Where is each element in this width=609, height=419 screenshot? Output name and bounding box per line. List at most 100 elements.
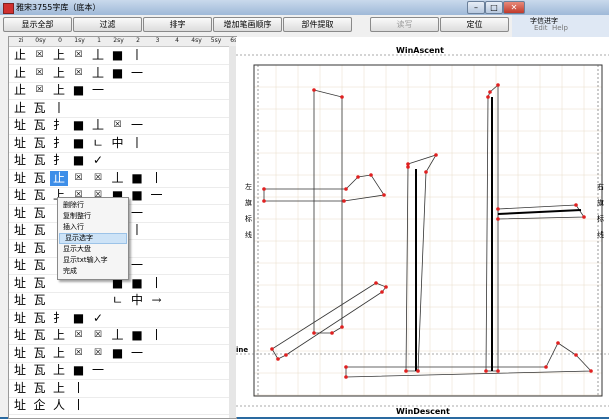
grid-cell[interactable] <box>128 153 146 168</box>
control-point[interactable] <box>404 369 408 373</box>
grid-cell[interactable]: 瓦 <box>31 241 49 256</box>
grid-cell[interactable]: 上 <box>50 83 68 98</box>
grid-cell[interactable]: 一 <box>89 363 107 378</box>
grid-cell[interactable]: 址 <box>11 241 29 256</box>
show-all-button[interactable]: 显示全部 <box>3 17 72 32</box>
control-point[interactable] <box>486 95 490 99</box>
control-point[interactable] <box>330 331 334 335</box>
grid-cell[interactable]: ■ <box>70 83 88 98</box>
grid-row[interactable]: 址瓦上 ☒ ☒ 丄 ■ 丨 <box>9 327 236 345</box>
grid-cell[interactable]: 止 <box>11 66 29 81</box>
grid-cell[interactable] <box>109 83 127 98</box>
grid-cell[interactable] <box>89 101 107 116</box>
grid-cell[interactable]: 址 <box>11 311 29 326</box>
control-point[interactable] <box>488 90 492 94</box>
grid-header-cell[interactable]: 5sy <box>206 37 226 44</box>
grid-cell[interactable]: ■ <box>70 136 88 151</box>
grid-row[interactable]: 址瓦扌 ■ ㄴ中丨 <box>9 135 236 153</box>
grid-cell[interactable]: 瓦 <box>31 101 49 116</box>
grid-cell[interactable] <box>128 381 146 396</box>
grid-cell[interactable]: 瓦 <box>31 258 49 273</box>
grid-cell[interactable]: 止 <box>50 170 68 186</box>
grid-cell[interactable]: 丄 <box>89 48 107 63</box>
grid-cell[interactable] <box>128 311 146 326</box>
grid-cell[interactable]: 址 <box>11 188 29 203</box>
control-point[interactable] <box>284 353 288 357</box>
control-point[interactable] <box>380 290 384 294</box>
grid-cell[interactable]: 瓦 <box>31 136 49 151</box>
grid-cell[interactable]: 址 <box>11 381 29 396</box>
grid-cell[interactable]: → <box>148 293 166 308</box>
grid-cell[interactable] <box>70 293 88 308</box>
grid-cell[interactable] <box>128 398 146 413</box>
grid-cell[interactable]: 一 <box>128 118 146 133</box>
grid-row[interactable]: 址瓦扌 ■ ✓ <box>9 152 236 170</box>
grid-cell[interactable]: ㄴ <box>109 293 127 308</box>
grid-row[interactable]: 址瓦扌 ■ 丄 ☒ 一 <box>9 117 236 135</box>
grid-cell[interactable]: 丨 <box>50 101 68 116</box>
extract-component-button[interactable]: 部件提取 <box>283 17 352 32</box>
grid-header-cell[interactable]: zi <box>11 37 31 44</box>
context-menu-item[interactable]: 删除行 <box>58 200 128 211</box>
grid-cell[interactable] <box>50 293 68 308</box>
grid-cell[interactable] <box>109 153 127 168</box>
grid-row[interactable]: 止 ☒ 上 ☒ 丄 ■ 丨 <box>9 47 236 65</box>
control-point[interactable] <box>582 215 586 219</box>
grid-cell[interactable]: 址 <box>11 118 29 133</box>
grid-cell[interactable]: ✓ <box>89 153 107 168</box>
grid-cell[interactable] <box>89 293 107 308</box>
grid-cell[interactable]: 瓦 <box>31 206 49 221</box>
control-point[interactable] <box>312 331 316 335</box>
grid-cell[interactable]: 一 <box>128 206 146 221</box>
context-menu-item[interactable]: 显示大盘 <box>58 244 128 255</box>
grid-cell[interactable]: ■ <box>109 346 127 361</box>
grid-cell[interactable]: ☒ <box>89 346 107 361</box>
grid-cell[interactable]: 址 <box>11 328 29 343</box>
grid-cell[interactable]: 丨 <box>70 381 88 396</box>
add-stroke-order-button[interactable]: 增加笔画顺序 <box>213 17 282 32</box>
control-point[interactable] <box>406 165 410 169</box>
grid-cell[interactable]: 瓦 <box>31 118 49 133</box>
grid-cell[interactable] <box>128 241 146 256</box>
context-menu-item[interactable]: 显示选字 <box>59 233 127 244</box>
control-point[interactable] <box>340 95 344 99</box>
control-point[interactable] <box>496 207 500 211</box>
grid-row[interactable]: 址瓦 ㄴ中 → <box>9 292 236 310</box>
context-menu-item[interactable]: 完成 <box>58 266 128 277</box>
grid-cell[interactable]: ☒ <box>70 171 88 186</box>
grid-row[interactable]: 址瓦扌 ■ ✓ <box>9 310 236 328</box>
grid-cell[interactable]: 丄 <box>109 171 127 186</box>
grid-header-cell[interactable]: 0 <box>50 37 70 44</box>
grid-cell[interactable]: ■ <box>128 171 146 186</box>
context-menu-item[interactable]: 插入行 <box>58 222 128 233</box>
grid-cell[interactable]: ■ <box>128 328 146 343</box>
grid-cell[interactable]: 丨 <box>128 136 146 151</box>
grid-cell[interactable]: 丄 <box>89 66 107 81</box>
grid-cell[interactable]: ㄴ <box>89 136 107 151</box>
grid-cell[interactable]: 瓦 <box>31 153 49 168</box>
grid-cell[interactable]: ■ <box>128 188 146 203</box>
grid-cell[interactable]: ■ <box>109 66 127 81</box>
grid-cell[interactable] <box>128 83 146 98</box>
grid-row[interactable]: 止 ☒ 上 ☒ 丄 ■ 一 <box>9 65 236 83</box>
grid-cell[interactable]: ☒ <box>89 328 107 343</box>
grid-cell[interactable]: ■ <box>128 276 146 291</box>
control-point[interactable] <box>344 187 348 191</box>
glyph-contour[interactable] <box>345 342 592 378</box>
menu-help[interactable]: Help <box>552 24 568 32</box>
control-point[interactable] <box>434 153 438 157</box>
grid-cell[interactable]: 丨 <box>128 48 146 63</box>
grid-cell[interactable]: 人 <box>50 398 68 413</box>
control-point[interactable] <box>496 217 500 221</box>
control-point[interactable] <box>416 369 420 373</box>
grid-cell[interactable]: 一 <box>89 83 107 98</box>
grid-header-cell[interactable]: 3 <box>148 37 168 44</box>
grid-cell[interactable]: 上 <box>50 363 68 378</box>
control-point[interactable] <box>262 187 266 191</box>
control-point[interactable] <box>262 199 266 203</box>
grid-cell[interactable]: 址 <box>11 346 29 361</box>
grid-cell[interactable]: 上 <box>50 48 68 63</box>
grid-cell[interactable] <box>109 398 127 413</box>
grid-cell[interactable]: 丨 <box>148 171 166 186</box>
grid-cell[interactable]: ☒ <box>70 346 88 361</box>
